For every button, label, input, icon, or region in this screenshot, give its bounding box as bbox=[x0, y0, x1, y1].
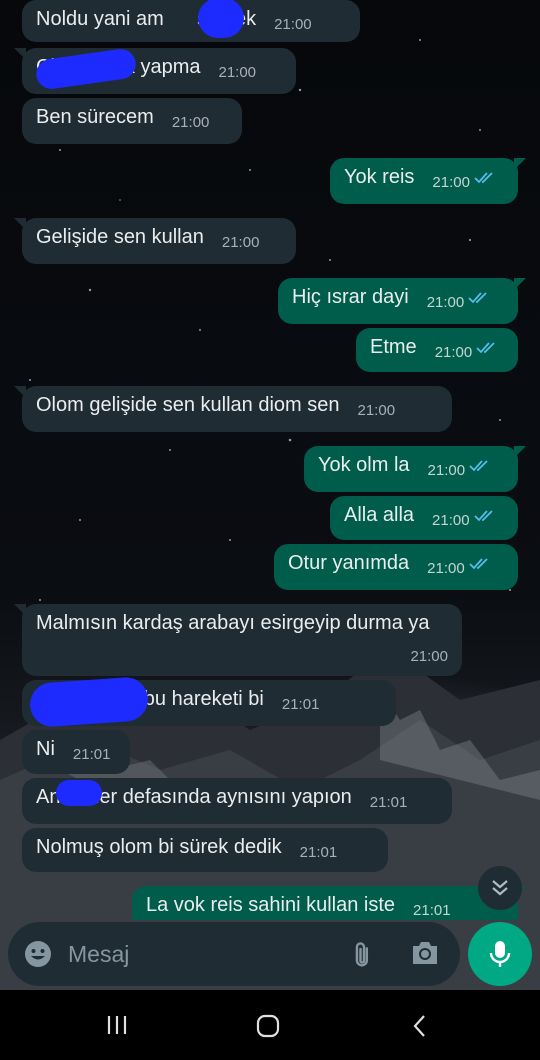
bubble-tail bbox=[514, 158, 526, 170]
microphone-button[interactable] bbox=[468, 922, 532, 986]
message-text: Hiç ısrar dayi bbox=[292, 286, 409, 308]
message-time: 21:00 bbox=[427, 560, 465, 577]
redaction-mark bbox=[28, 675, 150, 729]
message-time: 21:01 bbox=[72, 746, 111, 763]
message-time: 21:01 bbox=[413, 902, 451, 919]
message-text: Otur yanımda bbox=[288, 552, 410, 574]
message-time: 21:01 bbox=[281, 696, 320, 713]
emoji-icon[interactable] bbox=[24, 940, 52, 973]
message-time: 21:01 bbox=[369, 794, 408, 811]
message-text: La vok reis sahini kullan iste bbox=[146, 894, 396, 916]
redaction-mark bbox=[56, 780, 102, 806]
message-incoming[interactable]: Ci cılık yapma21:00 bbox=[14, 47, 296, 94]
bubble-tail bbox=[14, 604, 26, 616]
redaction-mark bbox=[34, 47, 138, 91]
message-time: 21:00 bbox=[274, 16, 312, 33]
message-time: 21:00 bbox=[218, 64, 257, 81]
message-time: 21:00 bbox=[434, 344, 473, 361]
message-incoming[interactable]: Malmısın kardaş arabayı esirgeyip durma … bbox=[14, 604, 462, 676]
message-outgoing[interactable]: Otur yanımda 21:00 bbox=[274, 544, 518, 590]
bubble-tail bbox=[14, 386, 26, 398]
message-text: Ben sürecem bbox=[36, 106, 154, 128]
bubble-tail bbox=[514, 446, 526, 458]
double-check-icon bbox=[474, 166, 496, 192]
message-text: Malmısın kardaş arabayı esirgeyip durma … bbox=[36, 612, 430, 634]
double-check-icon bbox=[469, 454, 491, 480]
message-list[interactable]: Noldu yani am sürsek21:00 Ci cılık yapma… bbox=[0, 0, 540, 920]
message-time: 21:00 bbox=[410, 648, 448, 665]
double-check-icon bbox=[473, 504, 496, 530]
home-icon[interactable] bbox=[256, 1014, 280, 1043]
message-outgoing[interactable]: Yok olm la 21:00 bbox=[304, 446, 526, 492]
message-text: Yok olm la bbox=[318, 454, 410, 476]
message-incoming[interactable]: Nolmuş olom bi sürek dedik 21:01 bbox=[22, 828, 388, 872]
paperclip-icon[interactable] bbox=[348, 938, 380, 975]
system-navigation-bar bbox=[0, 990, 540, 1060]
message-time: 21:00 bbox=[426, 294, 465, 311]
message-incoming[interactable]: Ben sürecem 21:00 bbox=[22, 98, 242, 144]
redaction-mark bbox=[198, 0, 244, 38]
message-time: 21:00 bbox=[427, 462, 466, 479]
message-outgoing[interactable]: Hiç ısrar dayi 21:00 bbox=[278, 278, 526, 324]
double-check-icon bbox=[469, 552, 491, 578]
message-text: Yok reis bbox=[344, 166, 415, 188]
recent-apps-icon[interactable] bbox=[106, 1014, 128, 1041]
message-input[interactable]: Mesaj bbox=[68, 941, 129, 968]
message-time: 21:00 bbox=[171, 114, 210, 131]
message-incoming[interactable]: Ni 21:01 bbox=[22, 730, 130, 774]
message-time: 21:00 bbox=[432, 174, 470, 191]
back-icon[interactable] bbox=[410, 1014, 430, 1043]
double-check-icon bbox=[468, 286, 490, 312]
message-incoming[interactable]: An ner defasında aynısını yapıon 21:01 bbox=[22, 778, 452, 824]
message-text: Gelişide sen kullan bbox=[36, 226, 204, 248]
message-text: Ni bbox=[36, 738, 55, 760]
message-incoming[interactable]: şimdi bu hareketi bi 21:01 bbox=[22, 675, 396, 729]
message-incoming[interactable]: Gelişide sen kullan 21:00 bbox=[14, 218, 296, 264]
message-text: Nolmuş olom bi sürek dedik bbox=[36, 836, 282, 858]
message-outgoing[interactable]: Yok reis 21:00 bbox=[330, 158, 526, 204]
message-outgoing[interactable]: La vok reis sahini kullan iste 21:01 bbox=[132, 886, 526, 920]
message-outgoing[interactable]: Alla alla 21:00 bbox=[330, 496, 518, 540]
microphone-icon bbox=[489, 941, 511, 967]
scroll-to-bottom-button[interactable] bbox=[478, 866, 522, 910]
message-incoming[interactable]: Noldu yani am sürsek 21:00 bbox=[22, 0, 360, 42]
message-text: Olom gelişide sen kullan diom sen bbox=[36, 394, 340, 416]
bubble-tail bbox=[514, 278, 526, 290]
message-time: 21:00 bbox=[221, 234, 260, 251]
message-composer[interactable]: Mesaj bbox=[8, 922, 460, 986]
bubble-tail bbox=[14, 48, 26, 60]
message-time: 21:01 bbox=[299, 844, 338, 861]
message-time: 21:00 bbox=[432, 512, 470, 529]
camera-icon[interactable] bbox=[410, 939, 440, 972]
double-chevron-down-icon bbox=[492, 880, 508, 896]
bubble-tail bbox=[14, 218, 26, 230]
message-text: Alla alla bbox=[344, 504, 415, 526]
message-time: 21:00 bbox=[357, 402, 396, 419]
double-check-icon bbox=[476, 336, 498, 362]
message-outgoing[interactable]: Etme 21:00 bbox=[356, 328, 518, 372]
message-incoming[interactable]: Olom gelişide sen kullan diom sen 21:00 bbox=[14, 386, 452, 432]
message-text: Etme bbox=[370, 336, 417, 358]
